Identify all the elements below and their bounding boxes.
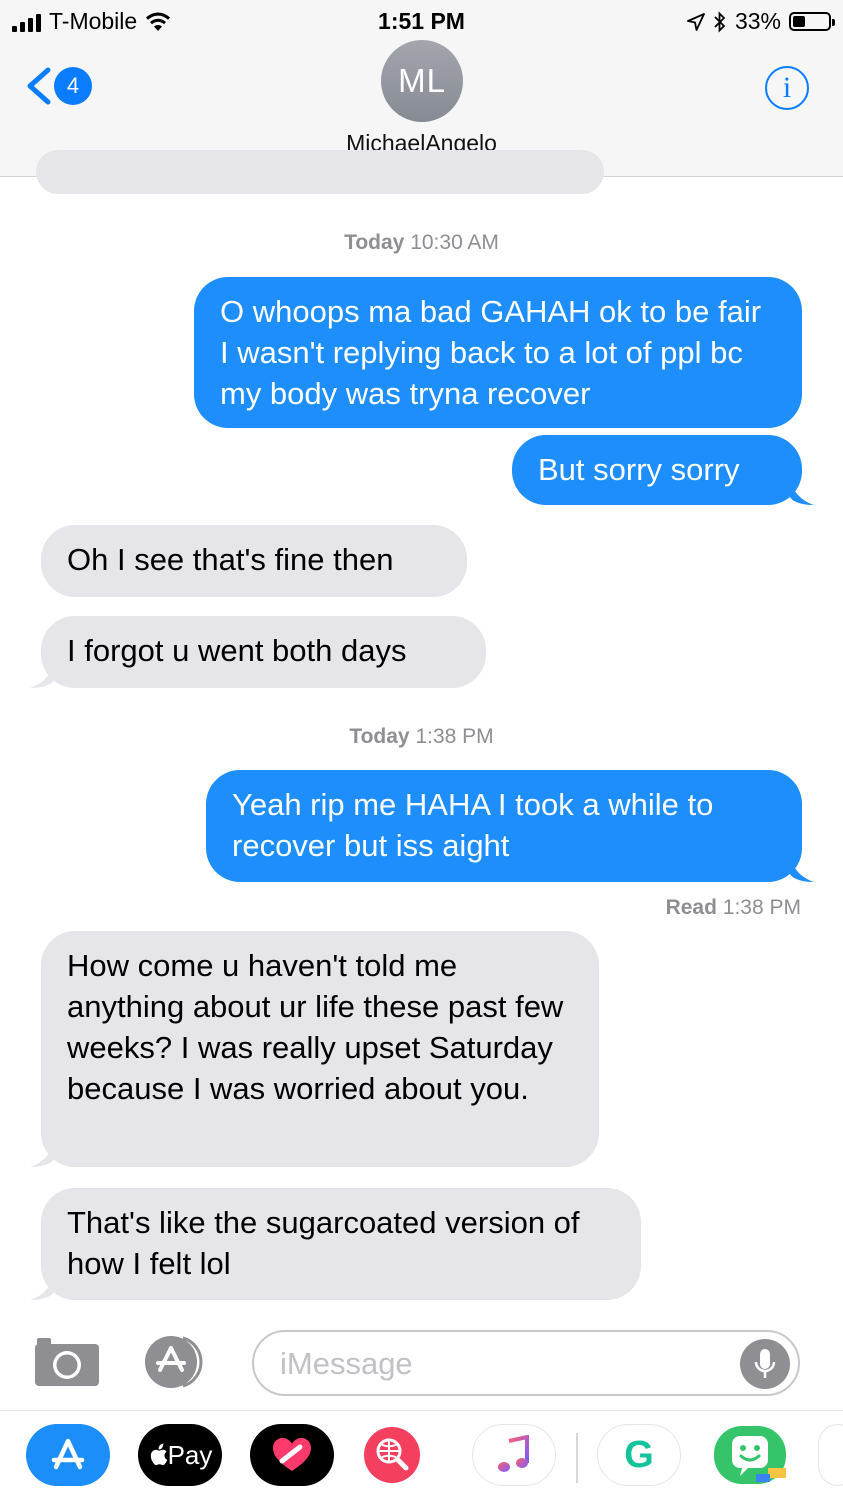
bitmoji-icon: [714, 1426, 786, 1484]
apple-pay-label: Pay: [167, 1439, 213, 1470]
read-receipt: Read 1:38 PM: [665, 896, 801, 919]
grammarly-icon: G: [624, 1433, 654, 1476]
compose-bar: [0, 1318, 843, 1410]
timestamp-2: Today 1:38 PM: [349, 725, 494, 748]
apple-pay-app[interactable]: Pay: [138, 1424, 222, 1486]
received-bubble-tail: [30, 1143, 54, 1167]
received-bubble-tail: [30, 664, 54, 688]
status-right: 33%: [687, 8, 835, 35]
music-app[interactable]: [472, 1424, 556, 1486]
timestamp-1: Today 10:30 AM: [344, 231, 499, 254]
received-message-4[interactable]: That's like the sugarcoated version of h…: [41, 1188, 641, 1300]
partial-message-bubble: [36, 150, 604, 194]
contact-avatar[interactable]: ML: [381, 40, 463, 122]
globe-search-icon: [364, 1427, 420, 1483]
digital-touch-app[interactable]: [250, 1424, 334, 1486]
microphone-button[interactable]: [740, 1339, 790, 1389]
battery-icon: [789, 12, 835, 31]
unread-count-badge: 4: [54, 67, 92, 105]
music-note-icon: [498, 1435, 529, 1472]
back-button[interactable]: 4: [22, 64, 92, 108]
microphone-icon: [754, 1349, 776, 1378]
battery-percent: 33%: [734, 8, 781, 34]
received-bubble-tail: [30, 1276, 54, 1300]
status-bar: T-Mobile 1:51 PM 33%: [0, 0, 843, 44]
drawer-divider: [576, 1433, 578, 1483]
app-store-button-icon[interactable]: [143, 1334, 215, 1390]
camera-icon[interactable]: [33, 1336, 101, 1388]
received-message-3[interactable]: How come u haven't told me anything abou…: [41, 931, 599, 1167]
sent-bubble-tail: [790, 481, 814, 505]
received-message-1[interactable]: Oh I see that's fine then: [41, 525, 467, 597]
imessage-app-drawer: Pay G: [0, 1410, 843, 1499]
sent-message-3[interactable]: Yeah rip me HAHA I took a while to recov…: [206, 770, 802, 882]
app-store-app[interactable]: [26, 1424, 110, 1486]
received-message-2[interactable]: I forgot u went both days: [41, 616, 486, 688]
message-input-field[interactable]: [252, 1330, 800, 1396]
bluetooth-icon: [714, 10, 726, 33]
bitmoji-app[interactable]: [708, 1424, 792, 1486]
message-input[interactable]: [278, 1340, 722, 1388]
sent-bubble-tail: [790, 858, 814, 882]
more-apps-partial[interactable]: [818, 1424, 843, 1486]
chevron-left-icon: [27, 67, 51, 105]
images-search-app[interactable]: [350, 1424, 434, 1486]
apple-logo-icon: [150, 1443, 167, 1466]
sent-message-1[interactable]: O whoops ma bad GAHAH ok to be fair I wa…: [194, 277, 802, 428]
info-button[interactable]: i: [765, 66, 809, 110]
grammarly-app[interactable]: G: [597, 1424, 681, 1486]
location-arrow-icon: [687, 12, 705, 31]
app-store-icon: [51, 1438, 85, 1470]
digital-touch-icon: [273, 1438, 311, 1471]
sent-message-2[interactable]: But sorry sorry: [512, 435, 802, 505]
